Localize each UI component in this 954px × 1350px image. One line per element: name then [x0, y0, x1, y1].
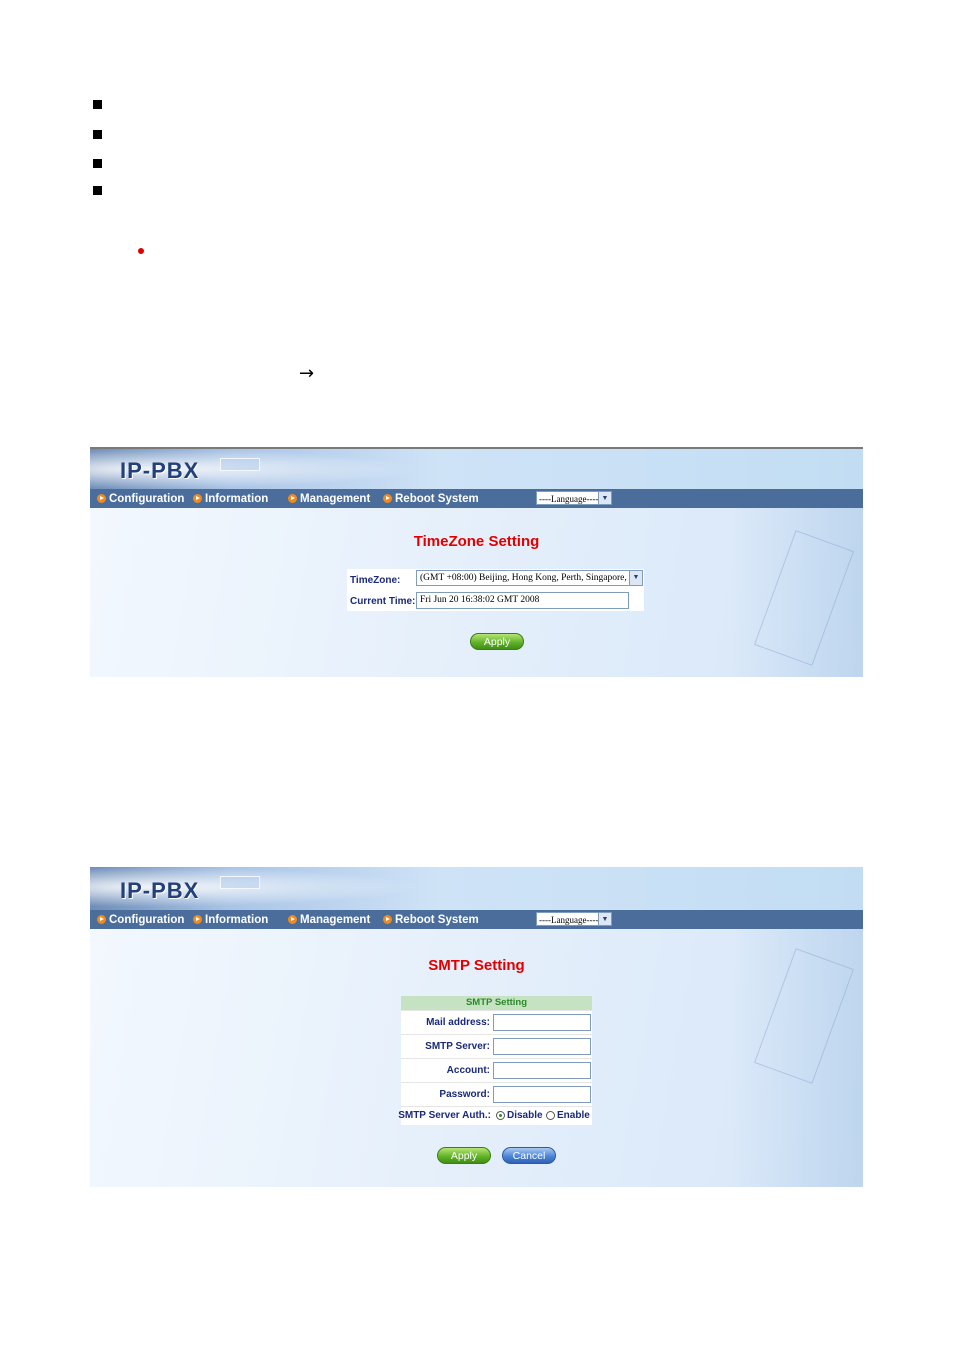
nav-configuration[interactable]: Configuration [97, 912, 184, 927]
nav-arrow-icon [193, 494, 202, 503]
timezone-screenshot: IP-PBX Configuration Information Managem… [90, 447, 863, 677]
nav-bar: Configuration Information Management Reb… [90, 910, 863, 929]
enable-radio-label: Enable [557, 1110, 590, 1121]
smtp-row-account: Account: [401, 1058, 592, 1082]
smtp-server-label: SMTP Server: [425, 1041, 490, 1052]
smtp-screenshot: IP-PBX Configuration Information Managem… [90, 867, 863, 1187]
nav-configuration-label: Configuration [109, 492, 185, 505]
smtp-settings-table: SMTP Setting Mail address: SMTP Server: … [398, 996, 592, 1125]
square-bullet-icon [93, 100, 102, 109]
smtp-auth-label: SMTP Server Auth.: [398, 1110, 491, 1121]
nav-arrow-icon [288, 494, 297, 503]
mail-address-label: Mail address: [426, 1017, 490, 1028]
chevron-down-icon: ▼ [598, 913, 611, 925]
app-header: IP-PBX [90, 449, 863, 489]
nav-arrow-icon [288, 915, 297, 924]
nav-management-label: Management [300, 913, 371, 926]
nav-information-label: Information [205, 913, 269, 926]
smtp-row-mail: Mail address: [401, 1010, 592, 1034]
nav-information-label: Information [205, 492, 269, 505]
nav-reboot-system[interactable]: Reboot System [383, 491, 479, 506]
password-label: Password: [439, 1089, 490, 1100]
nav-arrow-icon [97, 915, 106, 924]
nav-arrow-icon [383, 494, 392, 503]
nav-management[interactable]: Management [288, 491, 370, 506]
square-bullet-icon [93, 159, 102, 168]
logo-decoration [220, 876, 260, 889]
current-time-label: Current Time: [350, 596, 416, 607]
cancel-button[interactable]: Cancel [502, 1147, 556, 1164]
language-select[interactable]: ----Language---- ▼ [536, 912, 612, 926]
nav-reboot-system[interactable]: Reboot System [383, 912, 479, 927]
password-input[interactable] [493, 1086, 591, 1103]
nav-management[interactable]: Management [288, 912, 370, 927]
smtp-table-header: SMTP Setting [401, 996, 592, 1010]
smtp-row-server: SMTP Server: [401, 1034, 592, 1058]
ip-pbx-logo: IP-PBX [120, 458, 200, 483]
page-title: TimeZone Setting [413, 533, 540, 550]
nav-configuration[interactable]: Configuration [97, 491, 184, 506]
ip-pbx-logo: IP-PBX [120, 878, 200, 903]
timezone-select[interactable]: (GMT +08:00) Beijing, Hong Kong, Perth, … [416, 570, 643, 586]
right-arrow-icon: → [299, 363, 315, 384]
nav-information[interactable]: Information [193, 491, 268, 506]
language-select-value: ----Language---- [539, 494, 599, 504]
nav-reboot-label: Reboot System [395, 492, 479, 505]
disable-radio-label: Disable [507, 1110, 543, 1121]
current-time-field[interactable]: Fri Jun 20 16:38:02 GMT 2008 [416, 592, 629, 609]
language-select-value: ----Language---- [539, 915, 599, 925]
timezone-select-value: (GMT +08:00) Beijing, Hong Kong, Perth, … [420, 573, 643, 583]
nav-information[interactable]: Information [193, 912, 268, 927]
enable-radio[interactable] [546, 1111, 555, 1120]
square-bullet-icon [93, 130, 102, 139]
app-header: IP-PBX [90, 867, 863, 910]
smtp-row-password: Password: [401, 1082, 592, 1106]
logo-decoration [220, 458, 260, 471]
chevron-down-icon: ▼ [598, 492, 611, 504]
nav-arrow-icon [383, 915, 392, 924]
account-input[interactable] [493, 1062, 591, 1079]
nav-arrow-icon [193, 915, 202, 924]
nav-configuration-label: Configuration [109, 913, 185, 926]
red-dot-icon [138, 248, 144, 254]
nav-bar: Configuration Information Management Reb… [90, 489, 863, 508]
square-bullet-icon [93, 186, 102, 195]
smtp-row-auth: SMTP Server Auth.: Disable Enable [398, 1106, 592, 1125]
account-label: Account: [446, 1065, 490, 1076]
smtp-server-input[interactable] [493, 1038, 591, 1055]
chevron-down-icon: ▼ [629, 571, 642, 585]
timezone-label: TimeZone: [350, 575, 401, 586]
language-select[interactable]: ----Language---- ▼ [536, 491, 612, 505]
disable-radio[interactable] [496, 1111, 505, 1120]
nav-arrow-icon [97, 494, 106, 503]
apply-button[interactable]: Apply [470, 633, 524, 650]
page-title: SMTP Setting [428, 957, 525, 974]
nav-management-label: Management [300, 492, 371, 505]
apply-button[interactable]: Apply [437, 1147, 491, 1164]
mail-address-input[interactable] [493, 1014, 591, 1031]
nav-reboot-label: Reboot System [395, 913, 479, 926]
